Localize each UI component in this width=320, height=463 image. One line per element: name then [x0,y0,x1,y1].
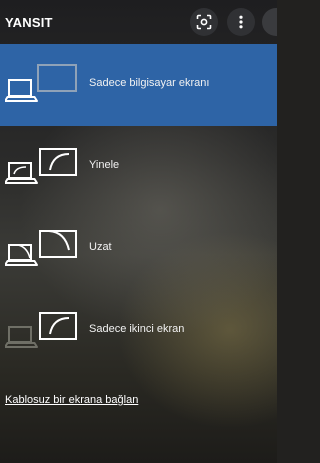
option-label: Sadece ikinci ekran [89,323,185,335]
duplicate-icon [5,148,77,184]
screen-capture-icon [196,14,212,30]
option-duplicate[interactable]: Yinele [0,126,277,208]
option-label: Uzat [89,241,112,253]
screen-capture-button[interactable] [190,8,218,36]
panel-title: YANSIT [5,15,53,30]
option-pc-screen-only[interactable]: Sadece bilgisayar ekranı [0,44,277,126]
option-second-screen-only[interactable]: Sadece ikinci ekran [0,290,277,372]
more-vertical-icon [239,15,243,29]
projection-options-list: Sadece bilgisayar ekranı Yinele Uzat Sad… [0,44,277,372]
project-panel: YANSIT Sadece bilgisayar ekranı Yinele U… [0,0,277,463]
connect-wireless-display-link[interactable]: Kablosuz bir ekrana bağlan [5,394,138,406]
extend-icon [5,230,77,266]
option-label: Yinele [89,159,120,171]
option-label: Sadece bilgisayar ekranı [89,77,210,89]
pc-screen-only-icon [5,64,77,102]
partial-edge-button[interactable] [262,8,277,36]
second-screen-only-icon [5,312,77,348]
option-extend[interactable]: Uzat [0,208,277,290]
panel-header: YANSIT [0,0,277,44]
more-options-button[interactable] [227,8,255,36]
